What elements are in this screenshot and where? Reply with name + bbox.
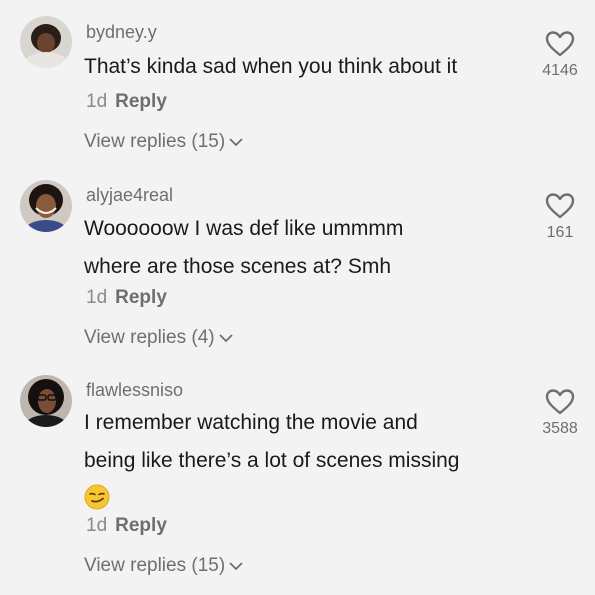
like-count: 4146 (542, 62, 578, 79)
view-replies-button[interactable]: View replies (15) (84, 555, 243, 577)
chevron-down-icon (229, 562, 243, 571)
comment-time: 1d (86, 515, 108, 536)
comment-text: Woooooow I was def like ummmm where are … (84, 210, 403, 286)
comment-time: 1d (86, 287, 108, 308)
comment-username[interactable]: bydney.y (86, 22, 157, 43)
chevron-down-icon (218, 334, 233, 343)
like-control: 161 (525, 192, 595, 242)
comment-time: 1d (86, 91, 108, 112)
heart-icon[interactable] (545, 30, 575, 58)
reply-button[interactable]: Reply (115, 287, 167, 308)
smirking-face-emoji-icon (84, 484, 110, 510)
like-control: 4146 (525, 30, 595, 80)
view-replies-label: View replies (4) (84, 327, 215, 348)
comment-text: That’s kinda sad when you think about it (84, 48, 457, 86)
comment-emoji-line (84, 480, 459, 518)
comment-line: I remember watching the movie and (84, 411, 418, 434)
comment-meta: 1d Reply (86, 91, 167, 113)
chevron-down-icon (229, 138, 243, 147)
like-count: 161 (546, 224, 574, 241)
like-count: 3588 (542, 420, 578, 437)
view-replies-button[interactable]: View replies (15) (84, 131, 243, 153)
comment-text: I remember watching the movie and being … (84, 404, 459, 518)
avatar-image (20, 16, 72, 68)
view-replies-button[interactable]: View replies (4) (84, 327, 233, 349)
avatar[interactable] (20, 375, 72, 427)
comment-username[interactable]: alyjae4real (86, 185, 173, 206)
reply-button[interactable]: Reply (115, 91, 167, 112)
comment-line: Woooooow I was def like ummmm (84, 217, 404, 240)
avatar-image (20, 375, 72, 427)
comment-line: being like there’s a lot of scenes missi… (84, 449, 460, 472)
comment-line: where are those scenes at? Smh (84, 255, 392, 278)
comment-username[interactable]: flawlessniso (86, 380, 183, 401)
avatar[interactable] (20, 16, 72, 68)
avatar-image (20, 180, 72, 232)
reply-button[interactable]: Reply (115, 515, 167, 536)
avatar[interactable] (20, 180, 72, 232)
like-control: 3588 (525, 388, 595, 438)
comment-line: That’s kinda sad when you think about it (84, 55, 458, 78)
view-replies-label: View replies (15) (84, 555, 226, 576)
view-replies-label: View replies (15) (84, 131, 226, 152)
heart-icon[interactable] (545, 192, 575, 220)
comment-meta: 1d Reply (86, 515, 167, 537)
comment-meta: 1d Reply (86, 287, 167, 309)
heart-icon[interactable] (545, 388, 575, 416)
